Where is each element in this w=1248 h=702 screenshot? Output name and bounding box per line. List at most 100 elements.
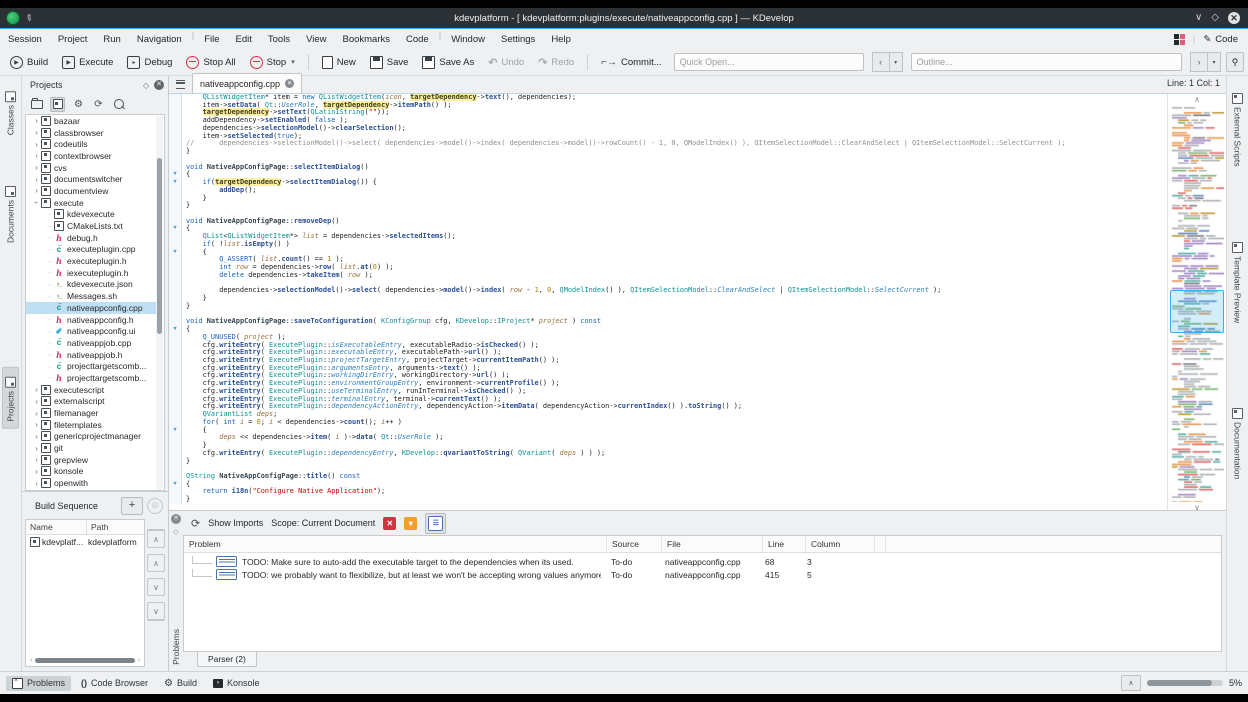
- expander-icon[interactable]: ›: [32, 444, 41, 453]
- expander-icon[interactable]: ›: [32, 175, 41, 184]
- expander-icon[interactable]: ›: [32, 432, 41, 441]
- code-line[interactable]: cfg.writeEntry( ExecutePlugin::dependenc…: [169, 449, 1167, 458]
- column-header-source[interactable]: Source: [607, 536, 662, 552]
- expander-icon[interactable]: ›: [32, 479, 41, 488]
- code-line[interactable]: return i18n("Configure Native Applicatio…: [169, 488, 1167, 497]
- minimap-viewport[interactable]: [1170, 289, 1224, 334]
- expander-icon[interactable]: ›: [32, 198, 41, 207]
- fold-marker[interactable]: ▼: [169, 249, 182, 257]
- back-dropdown-icon[interactable]: ▾: [889, 52, 903, 72]
- tree-item-genericprojectmanager[interactable]: › genericprojectmanager: [26, 431, 156, 443]
- code-line[interactable]: ▼{: [169, 325, 1167, 334]
- expander-icon[interactable]: ›: [32, 397, 41, 406]
- menu-item-session[interactable]: Session: [0, 30, 50, 49]
- fold-marker[interactable]: ▼: [169, 427, 182, 435]
- tab-list-icon[interactable]: [176, 80, 185, 89]
- remove-build-item-button[interactable]: ⊘: [147, 498, 163, 514]
- tree-item-projecttargetscomb-[interactable]: – h projecttargetscomb...: [26, 372, 156, 384]
- menu-item-help[interactable]: Help: [543, 30, 579, 49]
- move-bottom-button[interactable]: ∨: [147, 602, 165, 621]
- stop-all-button[interactable]: Stop All: [180, 53, 241, 72]
- tree-item-documentswitcher[interactable]: › documentswitcher: [26, 173, 156, 185]
- build-sequence-hscrollbar[interactable]: ‹ ›: [30, 657, 140, 664]
- minimize-icon[interactable]: ∨: [1195, 13, 1202, 23]
- stop-button[interactable]: Stop ▾: [244, 53, 301, 72]
- tree-item-git[interactable]: › git: [26, 442, 156, 454]
- tree-item-executeplugin-cpp[interactable]: – c̈ executeplugin.cpp: [26, 244, 156, 256]
- statusbar-code-browser-button[interactable]: () Code Browser: [75, 676, 154, 690]
- right-tab-documentation[interactable]: Documentation: [1230, 399, 1245, 485]
- problems-table[interactable]: Problem Source File Line Column TODO: Make s…: [183, 535, 1222, 652]
- move-up-button[interactable]: ∧: [147, 554, 165, 572]
- code-line[interactable]: }: [169, 294, 1167, 303]
- filter-search-icon[interactable]: [112, 98, 125, 111]
- settings-gear-icon[interactable]: ⚙: [72, 98, 85, 111]
- column-header-file[interactable]: File: [662, 536, 763, 552]
- expander-icon[interactable]: ›: [32, 151, 41, 160]
- area-switcher-icon[interactable]: [1173, 33, 1185, 45]
- save-button[interactable]: Save: [364, 53, 415, 72]
- tree-item-kdevexecute-json[interactable]: – ›_ kdevexecute.json: [26, 279, 156, 291]
- parser-tab[interactable]: Parser (2): [197, 652, 257, 667]
- tree-item-cvs[interactable]: › cvs: [26, 162, 156, 174]
- float-panel-icon[interactable]: ◇: [143, 81, 149, 90]
- tree-item-nativeappconfig-ui[interactable]: – ✐ nativeappconfig.ui: [26, 325, 156, 337]
- menu-item-tools[interactable]: Tools: [260, 30, 298, 49]
- code-line[interactable]: dependencies->selectionModel()->select( …: [169, 286, 1167, 296]
- tree-item-grepview[interactable]: › grepview: [26, 454, 156, 466]
- warnings-filter-icon[interactable]: ▾: [404, 516, 418, 530]
- reparse-icon[interactable]: ⟳: [191, 517, 200, 530]
- code-line[interactable]: cfg.writeEntry( ExecutePlugin::dependenc…: [169, 402, 1167, 412]
- statusbar-konsole-button[interactable]: › Konsole: [207, 676, 266, 690]
- execute-button[interactable]: ▶ Execute: [56, 53, 119, 72]
- new-button[interactable]: New: [316, 53, 362, 72]
- code-line[interactable]: }: [169, 457, 1167, 466]
- code-line[interactable]: if( !list.isEmpty() ): [169, 240, 1167, 249]
- statusbar-build-button[interactable]: ⚙ Build: [158, 676, 203, 691]
- right-tab-external-scripts[interactable]: External Scripts: [1230, 84, 1245, 173]
- todo-filter-button[interactable]: ☰: [425, 512, 447, 534]
- build-button[interactable]: ▶ Build: [4, 53, 54, 72]
- close-icon[interactable]: ✕: [1228, 12, 1240, 24]
- tree-item-bazaar[interactable]: › bazaar: [26, 115, 156, 127]
- problem-row[interactable]: TODO: we probably want to flexibilize, b…: [184, 568, 1221, 581]
- menu-item-edit[interactable]: Edit: [228, 30, 260, 49]
- debug-button[interactable]: ▸ Debug: [121, 53, 178, 72]
- column-header-column[interactable]: Column: [806, 536, 875, 552]
- fold-marker[interactable]: ▼: [169, 326, 182, 334]
- quick-open-input[interactable]: [673, 53, 864, 71]
- menu-item-code[interactable]: Code: [398, 30, 437, 49]
- problem-row[interactable]: TODO: Make sure to auto-add the executab…: [184, 555, 1221, 568]
- commit-button[interactable]: ⌐→ Commit...: [595, 54, 667, 71]
- forward-button[interactable]: ›: [1190, 52, 1208, 72]
- fold-marker[interactable]: ▼: [169, 225, 182, 234]
- close-panel-icon[interactable]: ✕: [154, 80, 164, 90]
- tree-item-contextbrowser[interactable]: › contextbrowser: [26, 150, 156, 162]
- code-line[interactable]: delete dependencies->takeItem( row );: [169, 271, 1167, 280]
- tab-close-icon[interactable]: ✕: [285, 79, 295, 88]
- fold-marker[interactable]: ▼: [169, 179, 182, 187]
- code-line[interactable]: for( int i = 0; i < dependencies->count(…: [169, 418, 1167, 427]
- maximize-icon[interactable]: ◇: [1211, 13, 1219, 23]
- menu-item-settings[interactable]: Settings: [493, 30, 543, 49]
- column-header-line[interactable]: Line: [763, 536, 806, 552]
- expander-icon[interactable]: ›: [32, 128, 41, 137]
- fold-marker[interactable]: ▼: [169, 481, 182, 489]
- errors-filter-icon[interactable]: ✕: [383, 516, 397, 530]
- menu-item-bookmarks[interactable]: Bookmarks: [334, 30, 398, 49]
- expander-icon[interactable]: ›: [32, 140, 41, 149]
- expander-icon[interactable]: ›: [32, 116, 41, 125]
- tree-item-iexecuteplugin-h[interactable]: – h iexecuteplugin.h: [26, 267, 156, 279]
- menu-item-file[interactable]: File: [196, 30, 227, 49]
- code-editor[interactable]: QListWidgetItem* item = new QListWidgetI…: [169, 94, 1167, 510]
- tree-item-konsole[interactable]: › konsole: [26, 466, 156, 478]
- tree-item-executeplugin-h[interactable]: – h executeplugin.h: [26, 255, 156, 267]
- tree-item-execute[interactable]: › execute: [26, 197, 156, 209]
- tree-item-classbrowser[interactable]: › classbrowser: [26, 127, 156, 139]
- add-build-item-button[interactable]: +: [121, 497, 143, 515]
- move-top-button[interactable]: ∧: [147, 529, 165, 548]
- tree-item-nativeappconfig-cpp[interactable]: – c̈ nativeappconfig.cpp: [26, 302, 156, 314]
- reload-icon[interactable]: ⟳: [92, 98, 105, 111]
- code-line[interactable]: void NativeAppConfigPage::removeDep(): [169, 217, 1167, 226]
- expander-icon[interactable]: ›: [32, 385, 41, 394]
